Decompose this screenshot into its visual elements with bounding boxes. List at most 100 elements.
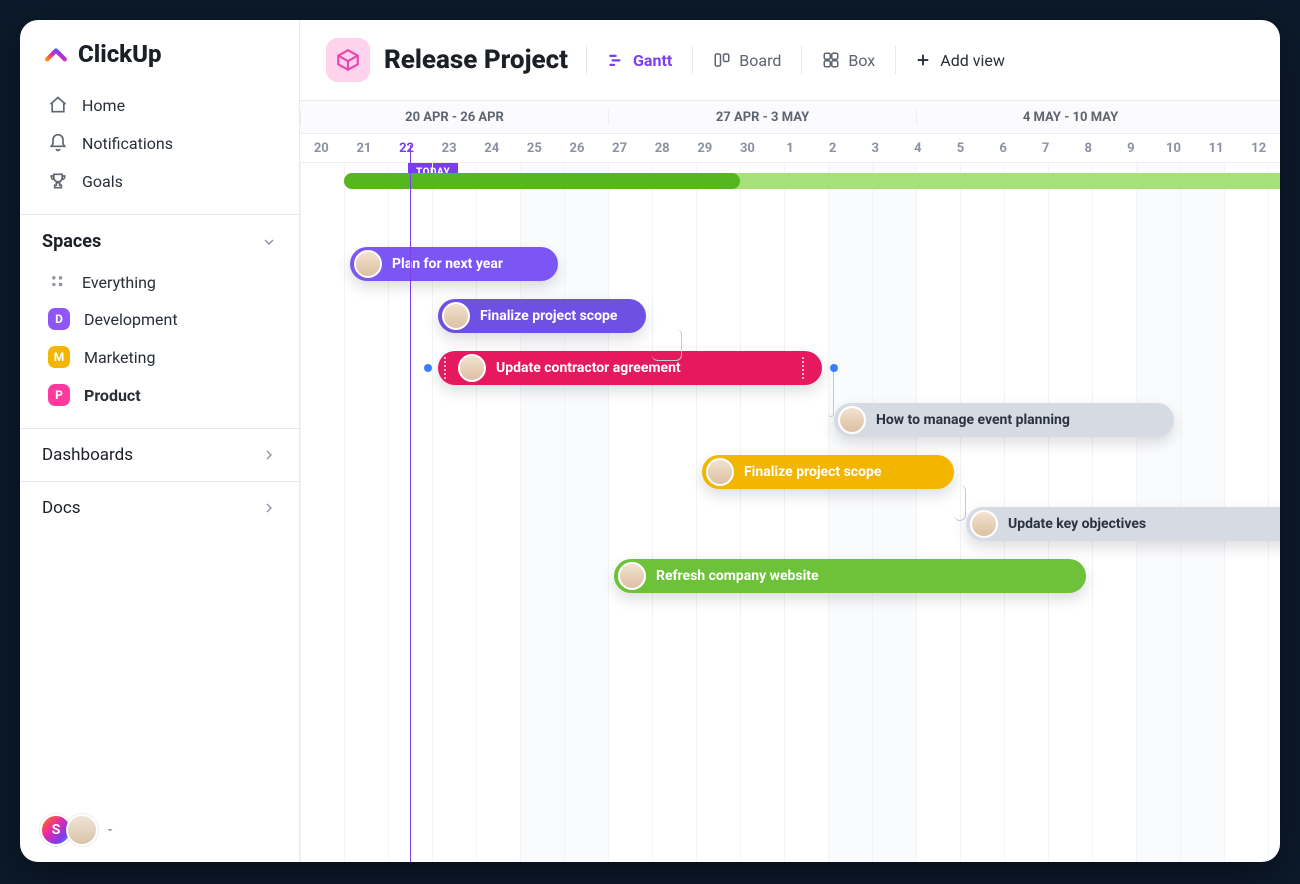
add-view-label: Add view — [940, 51, 1005, 70]
divider — [586, 46, 587, 74]
day-cell[interactable]: 5 — [939, 141, 982, 156]
gantt-area[interactable]: Plan for next year Finalize project scope… — [300, 163, 1280, 862]
plus-icon — [914, 51, 932, 69]
nav-docs[interactable]: Docs — [20, 481, 299, 534]
assignee-avatar — [618, 562, 646, 590]
dependency-dot[interactable] — [830, 364, 838, 372]
user-avatar — [66, 814, 98, 846]
space-label: Everything — [82, 273, 156, 292]
foot-label: Docs — [42, 498, 81, 518]
project-header[interactable]: Release Project — [326, 38, 568, 82]
day-cell[interactable]: 6 — [982, 141, 1025, 156]
nav-goals[interactable]: Goals — [34, 162, 285, 200]
chevron-right-icon — [261, 500, 277, 516]
day-cell[interactable]: 1 — [769, 141, 812, 156]
cube-icon — [326, 38, 370, 82]
view-gantt[interactable]: Gantt — [605, 47, 674, 74]
gantt-task[interactable]: Plan for next year — [350, 247, 558, 281]
day-cell[interactable]: 4 — [897, 141, 940, 156]
nav-notifications[interactable]: Notifications — [34, 124, 285, 162]
day-cell[interactable]: 20 — [300, 141, 343, 156]
day-cell[interactable]: 26 — [556, 141, 599, 156]
clickup-logo-icon — [42, 40, 70, 68]
task-label: Finalize project scope — [480, 308, 617, 324]
spaces-list: Everything D Development M Marketing P P… — [20, 262, 299, 428]
gantt-task[interactable]: Refresh company website — [614, 559, 1086, 593]
sidebar: ClickUp Home Notifications Goals Spaces — [20, 20, 300, 862]
app-window: ClickUp Home Notifications Goals Spaces — [20, 20, 1280, 862]
day-cell[interactable]: 24 — [470, 141, 513, 156]
resize-handle-left[interactable] — [442, 357, 448, 379]
day-cell[interactable]: 22 — [385, 141, 428, 156]
day-cell[interactable]: 25 — [513, 141, 556, 156]
dependency-line — [652, 329, 682, 361]
box-grid-icon — [822, 51, 840, 69]
view-label: Board — [739, 51, 781, 70]
sidebar-bottom: Dashboards Docs — [20, 428, 299, 534]
gantt-task[interactable]: Finalize project scope — [438, 299, 646, 333]
timeline-header: 20 APR - 26 APR27 APR - 3 MAY4 MAY - 10 … — [300, 101, 1280, 163]
nav-home[interactable]: Home — [34, 86, 285, 124]
nav-label: Goals — [82, 172, 123, 191]
day-cell[interactable]: 21 — [343, 141, 386, 156]
dependency-dot[interactable] — [424, 364, 432, 372]
gantt-task[interactable]: How to manage event planning — [834, 403, 1174, 437]
brand-name: ClickUp — [78, 40, 162, 68]
gantt-timeline[interactable]: 20 APR - 26 APR27 APR - 3 MAY4 MAY - 10 … — [300, 100, 1280, 862]
assignee-avatar — [706, 458, 734, 486]
gantt-icon — [607, 51, 625, 69]
chevron-right-icon — [261, 447, 277, 463]
today-line — [410, 145, 411, 862]
chevron-down-icon — [261, 234, 277, 250]
assignee-avatar — [458, 354, 486, 382]
view-label: Gantt — [633, 51, 672, 70]
resize-handle-right[interactable] — [800, 357, 806, 379]
week-cell: 20 APR - 26 APR — [300, 110, 608, 125]
space-everything[interactable]: Everything — [34, 264, 285, 300]
topbar: Release Project Gantt Board Box Add view — [300, 20, 1280, 100]
space-product[interactable]: P Product — [34, 376, 285, 414]
week-cell: 27 APR - 3 MAY — [608, 110, 916, 125]
day-cell[interactable]: 12 — [1237, 141, 1280, 156]
user-menu[interactable]: S — [20, 798, 299, 862]
day-cell[interactable]: 28 — [641, 141, 684, 156]
view-board[interactable]: Board — [711, 47, 783, 74]
add-view-button[interactable]: Add view — [914, 51, 1005, 70]
brand-logo[interactable]: ClickUp — [20, 20, 299, 82]
day-cell[interactable]: 29 — [683, 141, 726, 156]
day-cell[interactable]: 9 — [1110, 141, 1153, 156]
day-cell[interactable]: 7 — [1024, 141, 1067, 156]
assignee-avatar — [970, 510, 998, 538]
day-cell[interactable]: 30 — [726, 141, 769, 156]
trophy-icon — [48, 171, 68, 191]
primary-nav: Home Notifications Goals — [20, 82, 299, 214]
nav-label: Home — [82, 96, 125, 115]
project-title: Release Project — [384, 45, 568, 75]
gantt-task[interactable]: Finalize project scope — [702, 455, 954, 489]
task-label: Finalize project scope — [744, 464, 881, 480]
day-cell[interactable]: 2 — [811, 141, 854, 156]
day-cell[interactable]: 10 — [1152, 141, 1195, 156]
day-cell[interactable]: 8 — [1067, 141, 1110, 156]
view-box[interactable]: Box — [820, 47, 877, 74]
day-cell[interactable]: 3 — [854, 141, 897, 156]
day-cell[interactable]: 23 — [428, 141, 471, 156]
nav-dashboards[interactable]: Dashboards — [20, 428, 299, 481]
space-label: Development — [84, 310, 178, 329]
home-icon — [48, 95, 68, 115]
week-cell: 4 MAY - 10 MAY — [916, 110, 1224, 125]
overall-progress — [344, 173, 1280, 189]
day-cell[interactable]: 27 — [598, 141, 641, 156]
gantt-task[interactable]: Update contractor agreement — [438, 351, 822, 385]
day-cell[interactable]: 11 — [1195, 141, 1238, 156]
divider — [692, 46, 693, 74]
space-marketing[interactable]: M Marketing — [34, 338, 285, 376]
gantt-task[interactable]: Update key objectives — [966, 507, 1280, 541]
space-development[interactable]: D Development — [34, 300, 285, 338]
divider — [801, 46, 802, 74]
spaces-header[interactable]: Spaces — [20, 215, 299, 262]
week-row: 20 APR - 26 APR27 APR - 3 MAY4 MAY - 10 … — [300, 101, 1280, 133]
nav-label: Notifications — [82, 134, 173, 153]
main-pane: Release Project Gantt Board Box Add view — [300, 20, 1280, 862]
day-row: 2021222324252627282930123456789101112 — [300, 133, 1280, 163]
